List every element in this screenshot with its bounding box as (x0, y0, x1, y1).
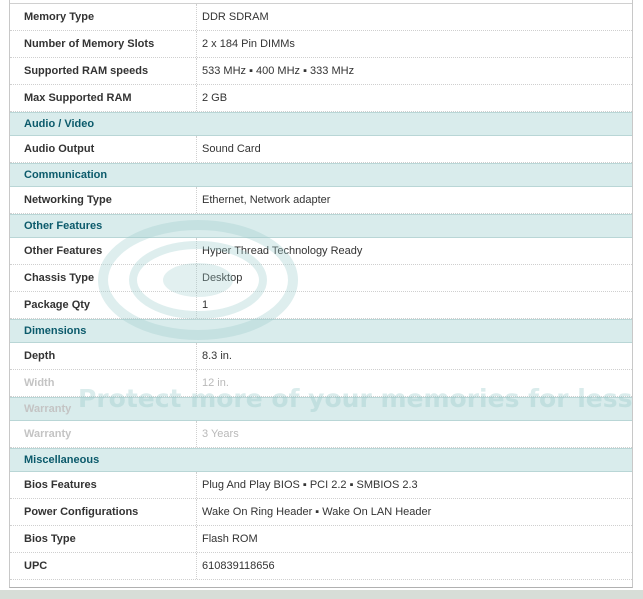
column-divider (196, 58, 197, 84)
section-title: Warranty (24, 403, 72, 415)
table-row: Other Features Hyper Thread Technology Re… (10, 238, 632, 265)
column-divider (196, 421, 197, 447)
column-divider (196, 526, 197, 552)
spec-label: Power Configurations (24, 506, 139, 518)
spec-value: 2 GB (202, 92, 228, 104)
column-divider (196, 553, 197, 579)
table-row: Chassis Type Desktop (10, 265, 632, 292)
spec-label: Max Supported RAM (24, 92, 132, 104)
spec-label: Depth (24, 350, 56, 362)
column-divider (196, 343, 197, 369)
table-row: Max Supported RAM 2 GB (10, 85, 632, 112)
spec-label: UPC (24, 560, 48, 572)
section-header: Warranty (10, 397, 632, 421)
spec-label: Package Qty (24, 299, 91, 311)
table-row: Supported RAM speeds 533 MHz ▪ 400 MHz ▪ … (10, 58, 632, 85)
section-header: Dimensions (10, 319, 632, 343)
spec-label: Bios Type (24, 533, 76, 545)
spec-value: DDR SDRAM (202, 11, 269, 23)
section-header: Communication (10, 163, 632, 187)
spec-label: Number of Memory Slots (24, 38, 155, 50)
spec-table: Memory Type DDR SDRAM Number of Memory Slo… (9, 0, 633, 588)
spec-value: 8.3 in. (202, 350, 232, 362)
section-title: Audio / Video (24, 118, 95, 130)
section-header: Audio / Video (10, 112, 632, 136)
table-row: Bios Type Flash ROM (10, 526, 632, 553)
section-title: Other Features (24, 220, 103, 232)
spec-label: Audio Output (24, 143, 95, 155)
spec-value: 533 MHz ▪ 400 MHz ▪ 333 MHz (202, 65, 355, 77)
table-row: UPC 610839118656 (10, 553, 632, 580)
section-title: Miscellaneous (24, 454, 100, 466)
column-divider (196, 370, 197, 396)
spec-value: 12 in. (202, 377, 229, 389)
column-divider (196, 472, 197, 498)
spec-value: Sound Card (202, 143, 261, 155)
spec-label: Networking Type (24, 194, 112, 206)
spec-label: Warranty (24, 428, 72, 440)
spec-rows: Memory Type DDR SDRAM Number of Memory Slo… (10, 4, 632, 580)
section-title: Communication (24, 169, 108, 181)
spec-label: Other Features (24, 245, 103, 257)
page-bottom-strip (0, 590, 643, 599)
column-divider (196, 85, 197, 111)
column-divider (196, 238, 197, 264)
section-header: Other Features (10, 214, 632, 238)
column-divider (196, 136, 197, 162)
spec-label: Chassis Type (24, 272, 95, 284)
table-row: Depth 8.3 in. (10, 343, 632, 370)
table-row: Bios Features Plug And Play BIOS ▪ PCI 2.… (10, 472, 632, 499)
spec-value: Flash ROM (202, 533, 258, 545)
table-row: Audio Output Sound Card (10, 136, 632, 163)
column-divider (196, 265, 197, 291)
spec-value: 610839118656 (202, 560, 275, 572)
spec-value: 1 (202, 299, 209, 311)
column-divider (196, 31, 197, 57)
column-divider (196, 187, 197, 213)
table-row: Networking Type Ethernet, Network adapter (10, 187, 632, 214)
spec-label: Memory Type (24, 11, 95, 23)
section-header: Miscellaneous (10, 448, 632, 472)
column-divider (196, 292, 197, 318)
table-row: Memory Type DDR SDRAM (10, 4, 632, 31)
spec-value: 2 x 184 Pin DIMMs (202, 38, 295, 50)
table-row: Package Qty 1 (10, 292, 632, 319)
spec-value: Hyper Thread Technology Ready (202, 245, 363, 257)
table-row: Width 12 in. (10, 370, 632, 397)
spec-value: Desktop (202, 272, 243, 284)
column-divider (196, 499, 197, 525)
section-title: Dimensions (24, 325, 87, 337)
spec-label: Supported RAM speeds (24, 65, 149, 77)
table-row: Power Configurations Wake On Ring Header … (10, 499, 632, 526)
spec-value: 3 Years (202, 428, 239, 440)
column-divider (196, 4, 197, 30)
spec-label: Width (24, 377, 55, 389)
table-row: Warranty 3 Years (10, 421, 632, 448)
spec-value: Plug And Play BIOS ▪ PCI 2.2 ▪ SMBIOS 2.… (202, 479, 418, 491)
spec-value: Wake On Ring Header ▪ Wake On LAN Header (202, 506, 432, 518)
table-row: Number of Memory Slots 2 x 184 Pin DIMMs (10, 31, 632, 58)
spec-label: Bios Features (24, 479, 97, 491)
spec-value: Ethernet, Network adapter (202, 194, 331, 206)
